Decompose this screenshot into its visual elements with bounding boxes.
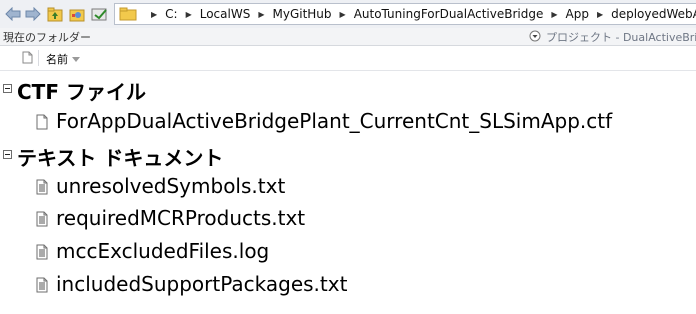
file-name[interactable]: ForAppDualActiveBridgePlant_CurrentCnt_S… <box>56 109 612 133</box>
breadcrumb-item[interactable]: ▶ deployedWebApp <box>589 7 696 21</box>
collapse-toggle-icon[interactable] <box>3 84 12 93</box>
breadcrumb-item[interactable]: ▶ AutoTuningForDualActiveBridge <box>332 7 544 21</box>
collapse-toggle-icon[interactable] <box>3 150 12 159</box>
open-folder-icon[interactable] <box>91 5 109 23</box>
text-file-icon <box>36 244 48 264</box>
current-folder-label: 現在のフォルダー <box>3 31 91 44</box>
sort-descending-icon[interactable] <box>72 53 80 66</box>
name-column-header[interactable]: 名前 <box>46 51 68 67</box>
breadcrumb-label[interactable]: deployedWebApp <box>611 7 696 21</box>
breadcrumb-item[interactable]: ▶ MyGitHub <box>250 7 331 21</box>
breadcrumb-item[interactable]: ▶ C: <box>143 7 178 21</box>
group-text-documents[interactable]: テキスト ドキュメント <box>0 142 696 170</box>
toolbar: ▶ C: ▶ LocalWS ▶ MyGitHub ▶ AutoTuningForDua… <box>0 0 696 29</box>
address-bar[interactable]: ▶ C: ▶ LocalWS ▶ MyGitHub ▶ AutoTuningForDua… <box>114 3 696 25</box>
blank-file-icon <box>36 114 48 134</box>
back-arrow-icon[interactable] <box>4 5 22 23</box>
chevron-right-icon[interactable]: ▶ <box>340 10 346 19</box>
group-ctf-files[interactable]: CTF ファイル <box>0 76 696 104</box>
text-file-icon <box>36 277 48 297</box>
breadcrumb-label[interactable]: C: <box>165 7 177 21</box>
actions-menu-icon[interactable] <box>529 30 541 45</box>
chevron-right-icon[interactable]: ▶ <box>258 10 264 19</box>
project-label: プロジェクト - DualActiveBrid <box>546 31 696 44</box>
list-item[interactable]: mccExcludedFiles.log <box>0 238 696 268</box>
chevron-right-icon[interactable]: ▶ <box>186 10 192 19</box>
column-header: 名前 <box>0 46 696 71</box>
file-name[interactable]: mccExcludedFiles.log <box>56 239 269 263</box>
list-item[interactable]: ForAppDualActiveBridgePlant_CurrentCnt_S… <box>0 108 696 138</box>
file-type-column-icon[interactable] <box>22 51 33 67</box>
forward-arrow-icon[interactable] <box>24 5 42 23</box>
folder-icon <box>119 7 137 21</box>
breadcrumb-label[interactable]: MyGitHub <box>272 7 331 21</box>
list-item[interactable]: unresolvedSymbols.txt <box>0 173 696 203</box>
up-folder-icon[interactable] <box>46 5 64 23</box>
chevron-right-icon[interactable]: ▶ <box>597 10 603 19</box>
file-name[interactable]: unresolvedSymbols.txt <box>56 174 285 198</box>
group-label: CTF ファイル <box>17 80 146 104</box>
file-name[interactable]: includedSupportPackages.txt <box>56 272 347 296</box>
breadcrumb-label[interactable]: App <box>566 7 589 21</box>
breadcrumb-item[interactable]: ▶ LocalWS <box>178 7 251 21</box>
breadcrumb-item[interactable]: ▶ App <box>543 7 589 21</box>
breadcrumb-label[interactable]: AutoTuningForDualActiveBridge <box>354 7 544 21</box>
chevron-right-icon[interactable]: ▶ <box>551 10 557 19</box>
column-divider[interactable] <box>38 50 39 66</box>
file-name[interactable]: requiredMCRProducts.txt <box>56 206 305 230</box>
group-label: テキスト ドキュメント <box>17 146 224 170</box>
text-file-icon <box>36 179 48 199</box>
breadcrumb-label[interactable]: LocalWS <box>200 7 251 21</box>
browse-folder-icon[interactable] <box>68 5 86 23</box>
list-item[interactable]: includedSupportPackages.txt <box>0 271 696 301</box>
chevron-right-icon[interactable]: ▶ <box>151 10 157 19</box>
text-file-icon <box>36 211 48 231</box>
list-item[interactable]: requiredMCRProducts.txt <box>0 205 696 235</box>
current-folder-bar: 現在のフォルダー プロジェクト - DualActiveBrid <box>0 28 696 46</box>
